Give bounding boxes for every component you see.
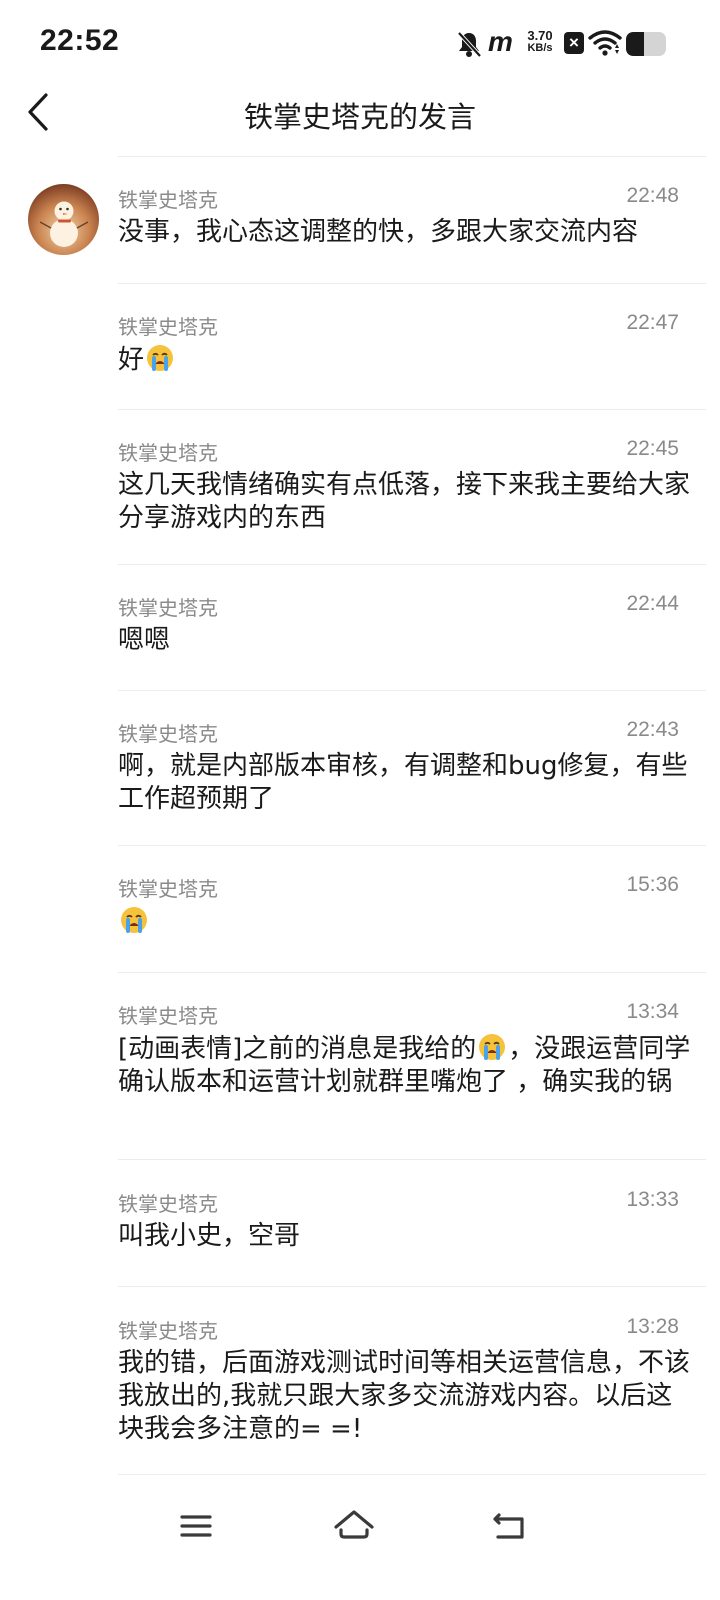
message-text: 嗯嗯 <box>118 625 171 655</box>
message-text: 这几天我情绪确实有点低落，接下来我主要给大家分享游戏内的东西 <box>118 470 691 533</box>
message-text: 好 <box>118 343 692 377</box>
navigation-bar <box>0 1490 720 1600</box>
battery-icon <box>626 32 666 56</box>
message-time: 22:45 <box>626 437 679 460</box>
crying-face-icon <box>121 907 147 933</box>
message-list: 铁掌史塔克 22:48 没事，我心态这调整的快，多跟大家交流内容 铁掌史塔克 2… <box>0 0 720 1600</box>
divider <box>118 409 706 410</box>
message-time: 22:48 <box>626 184 679 207</box>
message-text-before: 好 <box>118 345 145 375</box>
page-title: 铁掌史塔克的发言 <box>243 100 476 134</box>
divider <box>118 845 706 846</box>
back-arrow-icon <box>493 1513 524 1539</box>
menu-icon <box>180 1515 212 1537</box>
message-text: 我的错，后面游戏测试时间等相关运营信息，不该我放出的,我就只跟大家多交流游戏内容… <box>118 1348 691 1444</box>
system-back-button[interactable] <box>470 1490 550 1570</box>
message-time: 13:33 <box>626 1188 679 1211</box>
message-author: 铁掌史塔克 <box>118 722 218 746</box>
network-speed-unit: KB/s <box>527 42 553 54</box>
crying-face-icon <box>147 345 174 371</box>
network-speed-value: 3.70 <box>527 28 553 43</box>
wifi-icon <box>588 30 622 56</box>
message-author: 铁掌史塔克 <box>118 315 218 339</box>
menu-button[interactable] <box>156 1490 236 1570</box>
message-author: 铁掌史塔克 <box>118 1319 218 1343</box>
message-time: 22:43 <box>626 718 679 741</box>
divider <box>118 1474 706 1475</box>
crying-face-icon <box>479 1034 506 1060</box>
message-author: 铁掌史塔克 <box>118 188 218 212</box>
message-author: 铁掌史塔克 <box>118 1192 218 1216</box>
divider <box>118 1286 706 1287</box>
x-box-icon: × <box>564 32 584 54</box>
divider <box>118 564 706 565</box>
message-text: [动画表情]之前的消息是我给的 ，没跟运营同学确认版本和运营计划就群里嘴炮了 ，确… <box>118 1032 692 1099</box>
divider <box>118 156 706 157</box>
battery-level <box>626 32 644 56</box>
home-button[interactable] <box>314 1490 394 1570</box>
home-icon <box>334 1510 374 1539</box>
message-time: 22:44 <box>626 592 679 615</box>
divider <box>118 1159 706 1160</box>
message-text-before: [动画表情]之前的消息是我给的 <box>118 1034 477 1064</box>
message-author: 铁掌史塔克 <box>118 596 218 620</box>
message-time: 22:47 <box>626 311 679 334</box>
avatar[interactable] <box>28 184 99 255</box>
status-time: 22:52 <box>40 24 120 57</box>
message-author: 铁掌史塔克 <box>118 1004 218 1028</box>
message-author: 铁掌史塔克 <box>118 877 218 901</box>
status-bar: 22:52 m 3.70 KB/s × <box>0 0 720 88</box>
header: 铁掌史塔克的发言 <box>0 88 720 156</box>
message-text: 叫我小史，空哥 <box>118 1221 301 1251</box>
screen: 22:52 m 3.70 KB/s × 铁掌史塔克的发言 铁掌史塔克 22:48… <box>0 0 720 1600</box>
divider <box>118 972 706 973</box>
bell-off-icon <box>457 31 482 58</box>
message-time: 13:28 <box>626 1315 679 1338</box>
message-time: 13:34 <box>626 1000 679 1023</box>
divider <box>118 283 706 284</box>
message-text <box>118 905 692 939</box>
divider <box>118 690 706 691</box>
m-logo-icon: m <box>488 26 513 57</box>
snowman-avatar-icon <box>39 201 89 247</box>
message-text: 没事，我心态这调整的快，多跟大家交流内容 <box>118 217 639 247</box>
message-time: 15:36 <box>626 873 679 896</box>
message-author: 铁掌史塔克 <box>118 441 218 465</box>
message-text: 啊，就是内部版本审核，有调整和bug修复，有些工作超预期了 <box>118 751 688 814</box>
network-speed: 3.70 KB/s <box>522 29 558 55</box>
